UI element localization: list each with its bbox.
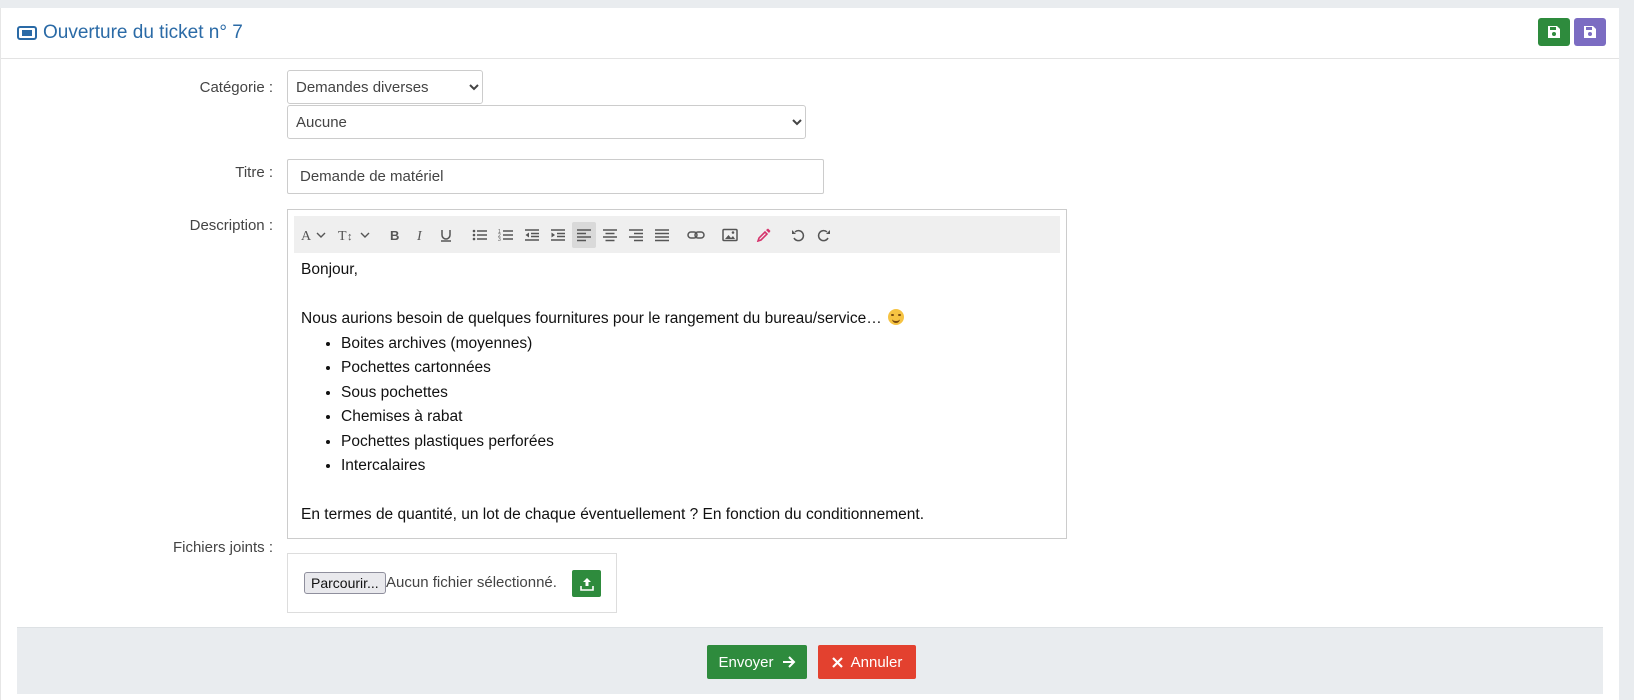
font-icon: A <box>301 229 326 242</box>
redo-icon <box>817 229 830 241</box>
italic-icon: I <box>416 229 423 242</box>
closing-text: En termes de quantité, un lot de chaque … <box>301 506 925 523</box>
list-item: Pochettes cartonnées <box>341 356 1051 381</box>
send-label: Envoyer <box>718 653 774 671</box>
list-ol-icon: 123 <box>498 229 513 242</box>
description-editor[interactable]: A T ↕ B I 123 Bonjour, Nous aurions beso… <box>287 209 1067 539</box>
link-icon <box>687 230 705 239</box>
underline-button[interactable] <box>434 222 458 248</box>
svg-text:I: I <box>416 229 423 242</box>
svg-text:↕: ↕ <box>347 231 353 242</box>
list-item: Sous pochettes <box>341 381 1051 406</box>
list-ul-icon <box>472 229 487 240</box>
smiley-emoji-icon <box>887 309 904 325</box>
send-button[interactable]: Envoyer <box>707 645 807 679</box>
save-icon <box>1584 26 1596 38</box>
upload-icon <box>579 577 594 591</box>
link-button[interactable] <box>684 222 708 248</box>
undo-icon <box>792 229 805 241</box>
category-label: Catégorie : <box>199 79 273 96</box>
supplies-list: Boites archives (moyennes) Pochettes car… <box>301 332 1051 479</box>
category-select[interactable]: Demandes diverses <box>287 70 483 104</box>
editor-content[interactable]: Bonjour, Nous aurions besoin de quelques… <box>301 258 1051 528</box>
underline-icon <box>441 229 451 242</box>
font-size-dropdown[interactable]: T ↕ <box>338 222 372 248</box>
save-and-close-button[interactable] <box>1574 18 1606 46</box>
numbered-list-button[interactable]: 123 <box>494 222 518 248</box>
redo-button[interactable] <box>812 222 836 248</box>
color-picker-button[interactable] <box>752 222 776 248</box>
cancel-button[interactable]: Annuler <box>818 645 916 679</box>
list-item: Pochettes plastiques perforées <box>341 430 1051 455</box>
cancel-label: Annuler <box>850 653 903 671</box>
eyedropper-icon <box>756 228 771 242</box>
list-item: Boites archives (moyennes) <box>341 332 1051 357</box>
svg-text:A: A <box>301 229 312 242</box>
intro-line: Nous aurions besoin de quelques fournitu… <box>301 307 1051 332</box>
greeting-text: Bonjour, <box>301 261 358 278</box>
align-right-button[interactable] <box>624 222 648 248</box>
bold-button[interactable]: B <box>382 222 406 248</box>
indent-icon <box>551 228 565 241</box>
bold-icon: B <box>390 228 399 242</box>
undo-button[interactable] <box>786 222 810 248</box>
card-header: Ouverture du ticket n° 7 <box>1 8 1619 59</box>
spacer-line <box>301 283 1051 308</box>
file-upload-box: Parcourir... Aucun fichier sélectionné. <box>287 553 617 613</box>
list-item: Chemises à rabat <box>341 405 1051 430</box>
title-input[interactable] <box>287 159 824 194</box>
align-right-icon <box>629 228 643 241</box>
ticket-icon <box>17 25 37 41</box>
list-item: Intercalaires <box>341 454 1051 479</box>
close-icon <box>831 656 843 668</box>
upload-button[interactable] <box>572 570 601 597</box>
subcategory-select[interactable]: Aucune <box>287 105 806 139</box>
svg-text:T: T <box>338 229 347 242</box>
outdent-icon <box>525 228 539 241</box>
editor-toolbar: A T ↕ B I 123 <box>294 216 1060 253</box>
align-left-icon <box>577 228 591 241</box>
italic-button[interactable]: I <box>408 222 432 248</box>
align-left-button[interactable] <box>572 221 596 248</box>
image-button[interactable] <box>718 222 742 248</box>
form-footer: Envoyer Annuler <box>17 627 1603 694</box>
browse-button[interactable]: Parcourir... <box>304 572 386 594</box>
files-label: Fichiers joints : <box>172 539 273 556</box>
font-family-dropdown[interactable]: A <box>300 222 328 248</box>
outdent-button[interactable] <box>520 222 544 248</box>
bullet-list-button[interactable] <box>468 222 492 248</box>
align-center-button[interactable] <box>598 222 622 248</box>
svg-text:3: 3 <box>498 237 501 242</box>
text-height-icon: T ↕ <box>338 229 370 242</box>
page-title-text: Ouverture du ticket n° 7 <box>43 22 243 43</box>
page-title: Ouverture du ticket n° 7 <box>17 22 243 44</box>
align-justify-icon <box>655 228 669 241</box>
arrow-right-icon <box>782 656 795 668</box>
indent-button[interactable] <box>546 222 570 248</box>
description-label: Description : <box>189 217 273 234</box>
image-icon <box>722 228 738 241</box>
save-icon <box>1548 26 1560 38</box>
title-label: Titre : <box>235 164 273 181</box>
ticket-card: Ouverture du ticket n° 7 Catégorie : Dem… <box>0 8 1619 700</box>
align-justify-button[interactable] <box>650 222 674 248</box>
align-center-icon <box>603 228 617 241</box>
save-button[interactable] <box>1538 18 1570 46</box>
spacer-line <box>301 479 1051 504</box>
svg-text:B: B <box>390 228 399 242</box>
no-file-text: Aucun fichier sélectionné. <box>386 574 557 591</box>
intro-text: Nous aurions besoin de quelques fournitu… <box>301 310 882 327</box>
